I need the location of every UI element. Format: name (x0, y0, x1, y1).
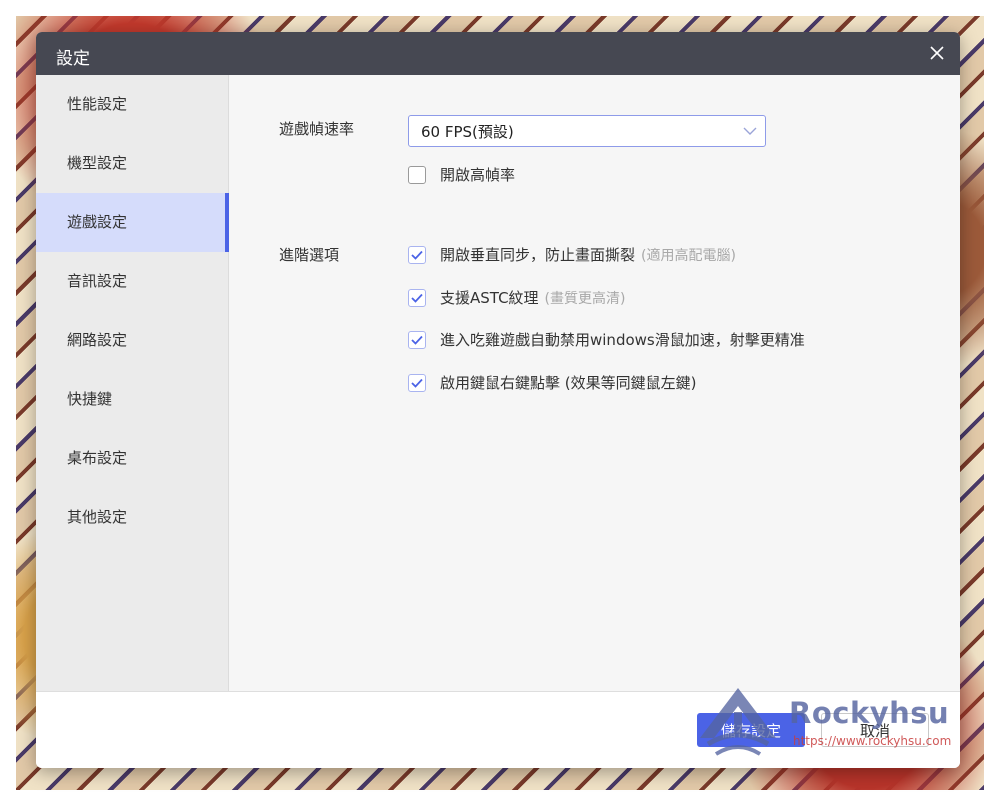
vsync-checkbox[interactable]: 開啟垂直同步，防止畫面撕裂 (適用高配電腦) (408, 244, 736, 265)
vsync-hint: (適用高配電腦) (641, 247, 736, 264)
sidebar-item-wallpaper[interactable]: 桌布設定 (36, 429, 228, 488)
checkbox-unchecked-icon (408, 165, 426, 184)
high-fps-checkbox[interactable]: 開啟高幀率 (408, 164, 515, 185)
sidebar-item-other[interactable]: 其他設定 (36, 488, 228, 547)
dialog-footer: 儲存設定 取消 (36, 691, 960, 768)
right-click-label: 啟用鍵鼠右鍵點擊 (效果等同鍵鼠左鍵) (440, 374, 697, 392)
sidebar-item-network[interactable]: 網路設定 (36, 311, 228, 370)
vsync-label: 開啟垂直同步，防止畫面撕裂 (440, 246, 636, 264)
close-button[interactable] (924, 40, 950, 66)
game-settings-panel: 遊戲幀速率 60 FPS(預設) 開啟高幀率 進階選項 開啟垂直同步，防止畫面撕… (229, 75, 960, 691)
checkbox-checked-icon (408, 245, 426, 264)
chevron-down-icon (735, 127, 765, 136)
settings-sidebar: 性能設定 機型設定 遊戲設定 音訊設定 網路設定 快捷鍵 桌布設定 其他設定 (36, 75, 229, 691)
fps-label: 遊戲幀速率 (279, 120, 355, 138)
right-click-checkbox[interactable]: 啟用鍵鼠右鍵點擊 (效果等同鍵鼠左鍵) (408, 372, 696, 393)
save-button[interactable]: 儲存設定 (697, 713, 805, 747)
checkbox-checked-icon (408, 373, 426, 392)
astc-label: 支援ASTC紋理 (440, 289, 539, 307)
close-icon (930, 46, 944, 60)
checkbox-checked-icon (408, 288, 426, 307)
high-fps-label: 開啟高幀率 (440, 166, 516, 184)
sidebar-item-audio[interactable]: 音訊設定 (36, 252, 228, 311)
fps-select-value: 60 FPS(預設) (421, 122, 514, 141)
dialog-title: 設定 (56, 49, 90, 69)
sidebar-item-performance[interactable]: 性能設定 (36, 75, 228, 134)
disable-mouse-accel-checkbox[interactable]: 進入吃雞遊戲自動禁用windows滑鼠加速，射擊更精准 (408, 329, 805, 350)
sidebar-item-shortcuts[interactable]: 快捷鍵 (36, 370, 228, 429)
sidebar-item-device-model[interactable]: 機型設定 (36, 134, 228, 193)
sidebar-item-game[interactable]: 遊戲設定 (36, 193, 229, 252)
cancel-button[interactable]: 取消 (821, 713, 929, 747)
disable-mouse-accel-label: 進入吃雞遊戲自動禁用windows滑鼠加速，射擊更精准 (440, 331, 805, 349)
astc-checkbox[interactable]: 支援ASTC紋理 (畫質更高清) (408, 287, 625, 308)
settings-dialog: 設定 性能設定 機型設定 遊戲設定 音訊設定 網路設定 快捷鍵 桌布設定 其他設… (36, 32, 960, 768)
checkbox-checked-icon (408, 330, 426, 349)
advanced-options-label: 進階選項 (279, 246, 340, 264)
dialog-titlebar: 設定 (36, 32, 960, 75)
astc-hint: (畫質更高清) (544, 290, 626, 307)
fps-select[interactable]: 60 FPS(預設) (408, 115, 766, 147)
